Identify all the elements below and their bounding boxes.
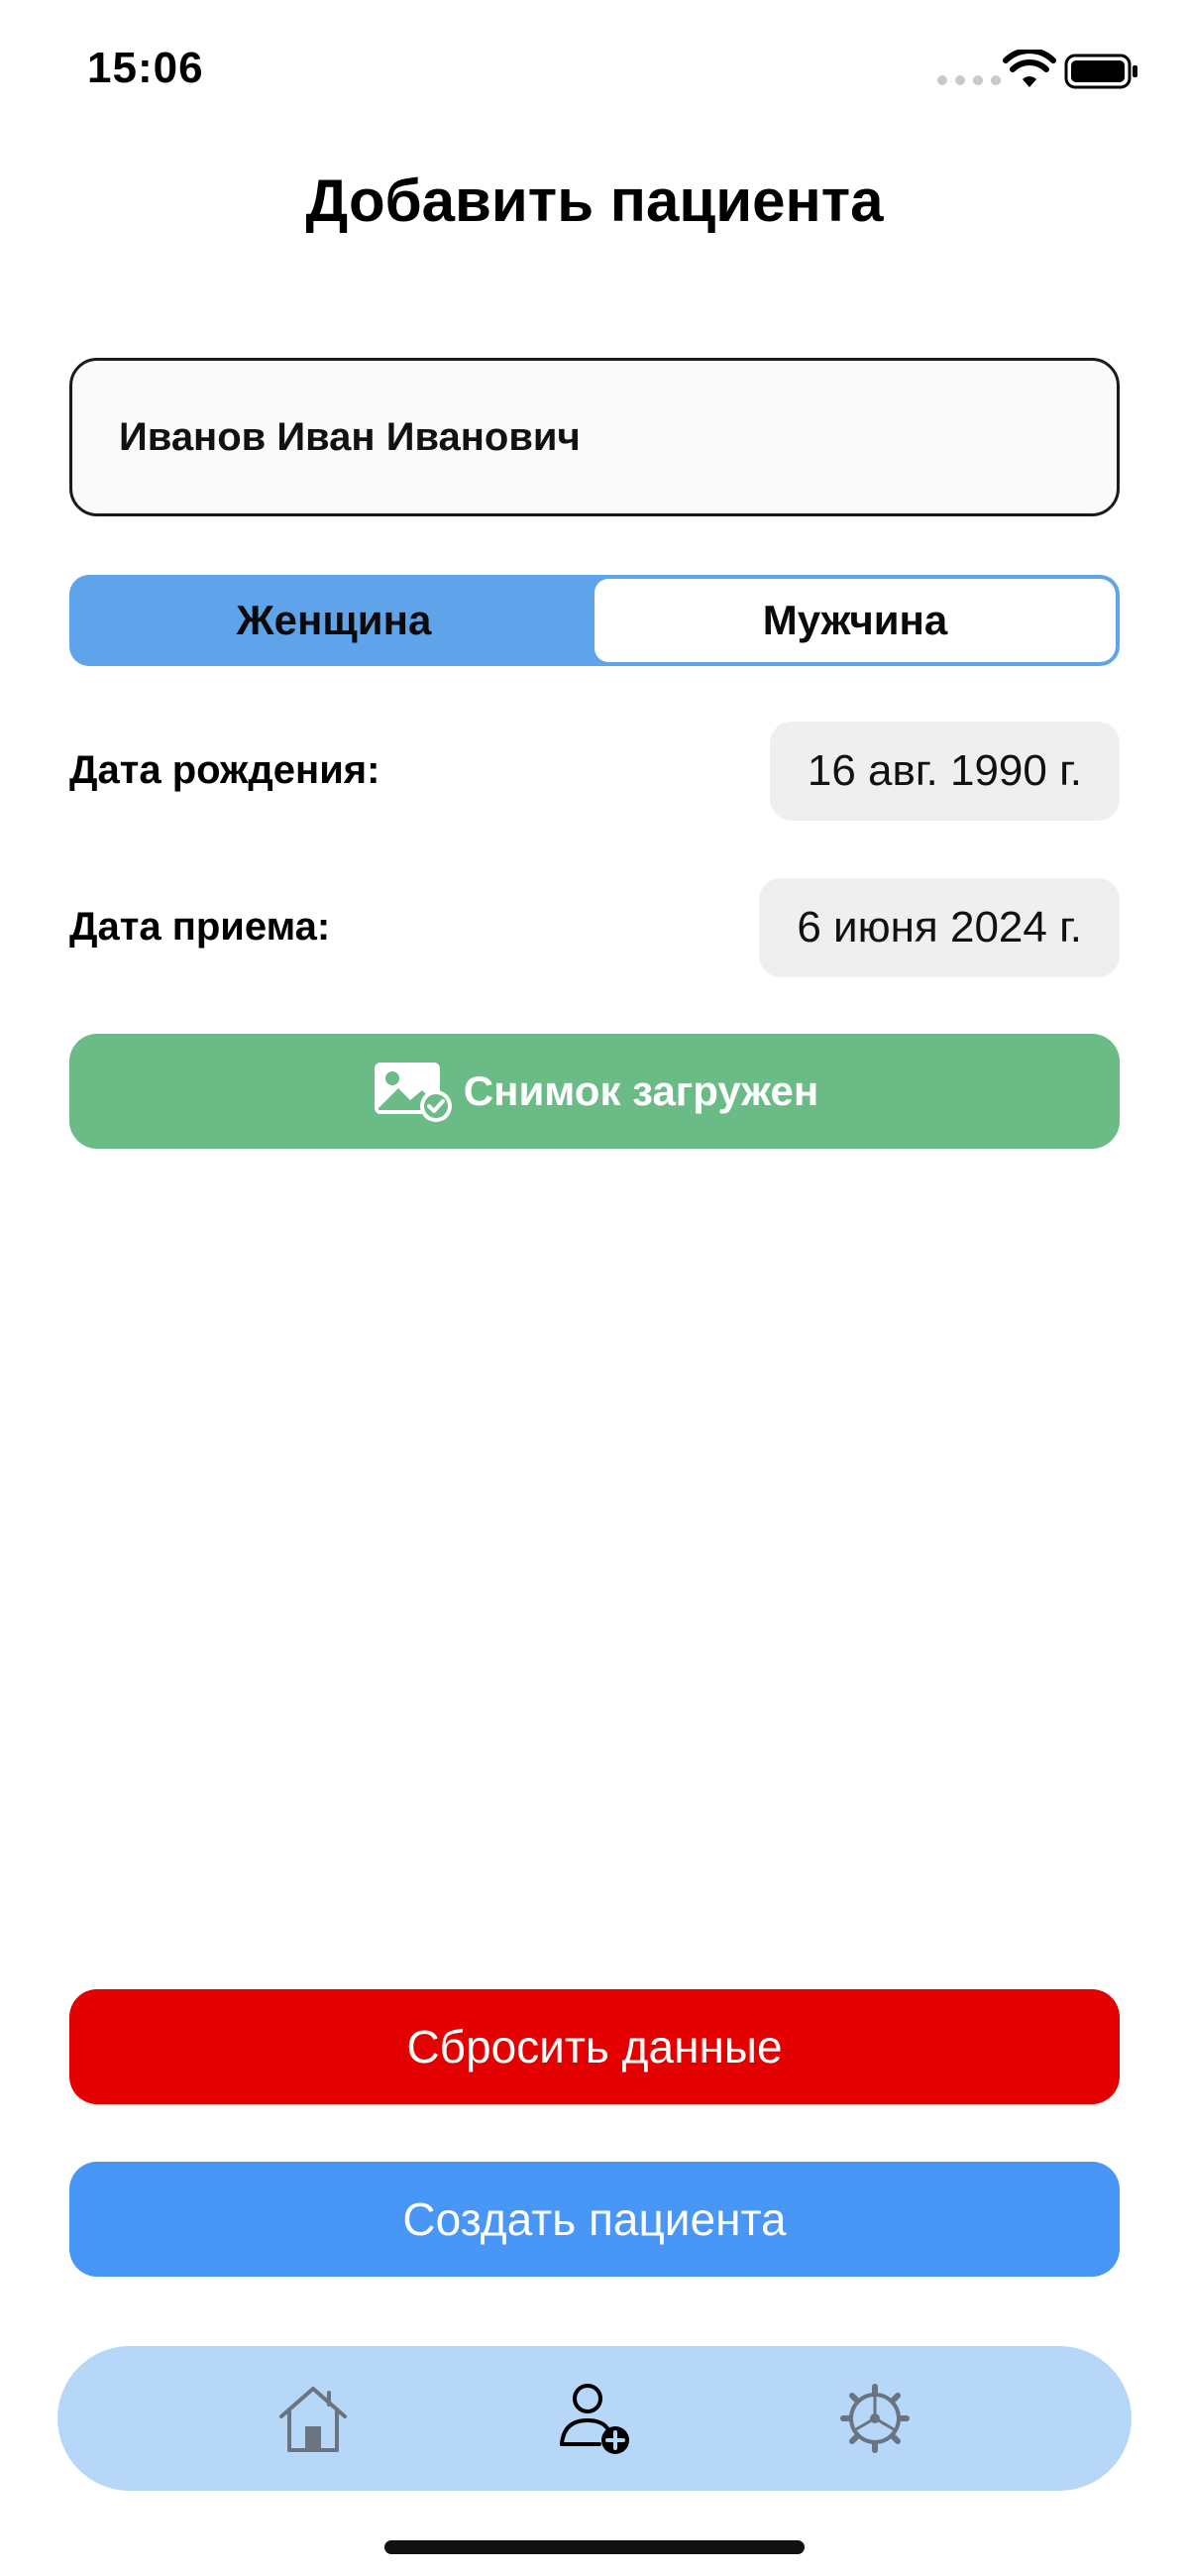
settings-icon — [840, 2384, 910, 2453]
gender-option-female[interactable]: Женщина — [73, 579, 594, 662]
gender-segmented-control[interactable]: Женщина Мужчина — [69, 575, 1120, 666]
status-time: 15:06 — [87, 44, 204, 92]
wifi-icon — [1003, 50, 1056, 87]
patient-name-field[interactable] — [69, 358, 1120, 516]
tab-add-patient[interactable] — [553, 2376, 638, 2461]
upload-image-button[interactable]: Снимок загружен — [69, 1034, 1120, 1149]
visit-date-label: Дата приема: — [69, 905, 331, 949]
home-icon — [279, 2387, 347, 2452]
image-check-icon — [374, 1063, 452, 1122]
create-patient-button[interactable]: Создать пациента — [69, 2162, 1120, 2277]
tab-home[interactable] — [270, 2376, 356, 2461]
reset-data-button[interactable]: Сбросить данные — [69, 1989, 1120, 2104]
patient-name-input[interactable] — [117, 413, 1072, 461]
upload-button-label: Снимок загружен — [463, 1067, 819, 1114]
visit-date-picker[interactable]: 6 июня 2024 г. — [759, 878, 1120, 977]
battery-icon — [1064, 54, 1137, 89]
home-indicator — [384, 2540, 805, 2554]
birth-date-label: Дата рождения: — [69, 748, 380, 792]
birth-date-picker[interactable]: 16 авг. 1990 г. — [769, 722, 1120, 821]
gender-option-male[interactable]: Мужчина — [594, 579, 1116, 662]
signal-dots-icon — [937, 75, 1001, 85]
tab-settings[interactable] — [832, 2376, 918, 2461]
page-title: Добавить пациента — [305, 168, 884, 234]
add-user-icon — [560, 2384, 629, 2454]
tab-bar — [57, 2346, 1132, 2491]
status-bar: 15:06 — [0, 0, 1189, 139]
